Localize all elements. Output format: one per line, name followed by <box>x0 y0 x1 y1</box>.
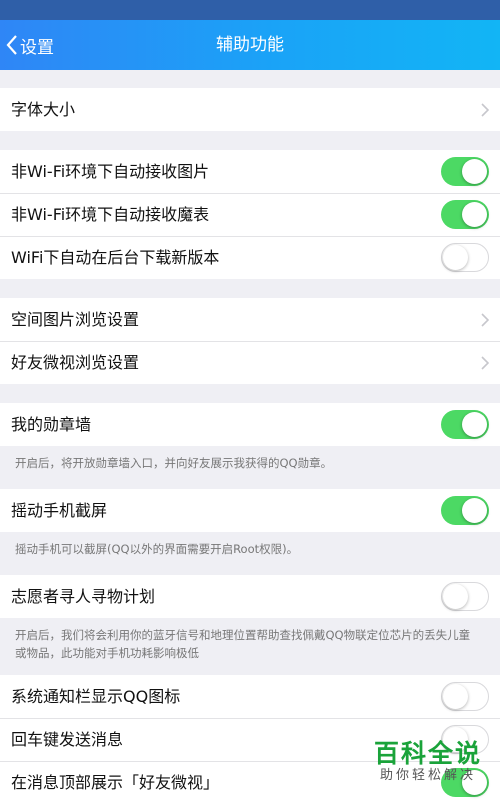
friend-weishi-label: 好友微视浏览设置 <box>11 353 140 372</box>
friend-weishi-row[interactable]: 好友微视浏览设置 <box>0 341 500 384</box>
shake-hint: 摇动手机可以截屏(QQ以外的界面需要开启Root权限)。 <box>0 532 500 568</box>
auto-download-update-row: WiFi下自动在后台下载新版本 <box>0 236 500 279</box>
chevron-right-icon <box>481 313 489 327</box>
auto-download-update-toggle[interactable] <box>441 243 489 272</box>
top-weishi-label: 在消息顶部展示「好友微视」 <box>11 773 220 792</box>
toggle-knob <box>462 412 487 437</box>
page-title: 辅助功能 <box>216 35 284 55</box>
volunteer-label: 志愿者寻人寻物计划 <box>11 587 156 606</box>
notif-icon-label: 系统通知栏显示QQ图标 <box>11 687 181 706</box>
medal-hint: 开启后，将开放勋章墙入口，并向好友展示我获得的QQ勋章。 <box>0 446 500 482</box>
font-size-row[interactable]: 字体大小 <box>0 88 500 131</box>
shake-row: 摇动手机截屏 <box>0 489 500 532</box>
medal-row: 我的勋章墙 <box>0 403 500 446</box>
volunteer-row: 志愿者寻人寻物计划 <box>0 575 500 618</box>
qzone-images-row[interactable]: 空间图片浏览设置 <box>0 298 500 341</box>
chevron-right-icon <box>481 103 489 117</box>
font-section: 字体大小 <box>0 88 500 131</box>
shake-label: 摇动手机截屏 <box>11 501 108 520</box>
auto-receive-magic-toggle[interactable] <box>441 200 489 229</box>
toggle-knob <box>443 584 468 609</box>
auto-receive-magic-label: 非Wi-Fi环境下自动接收魔表 <box>11 205 210 224</box>
enter-send-label: 回车键发送消息 <box>11 730 124 749</box>
chevron-right-icon <box>481 356 489 370</box>
toggle-knob <box>443 684 468 709</box>
auto-receive-images-row: 非Wi-Fi环境下自动接收图片 <box>0 150 500 193</box>
toggle-knob <box>462 159 487 184</box>
toggle-knob <box>443 245 468 270</box>
auto-download-update-label: WiFi下自动在后台下载新版本 <box>11 248 220 267</box>
shake-section: 摇动手机截屏 摇动手机可以截屏(QQ以外的界面需要开启Root权限)。 <box>0 489 500 568</box>
volunteer-hint: 开启后，我们将会利用你的蓝牙信号和地理位置帮助查找佩戴QQ物联定位芯片的丢失儿童… <box>0 618 500 672</box>
qzone-images-label: 空间图片浏览设置 <box>11 310 140 329</box>
status-bar <box>0 0 500 20</box>
auto-receive-images-toggle[interactable] <box>441 157 489 186</box>
shake-toggle[interactable] <box>441 496 489 525</box>
font-size-label: 字体大小 <box>11 100 76 119</box>
watermark-title: 百科全说 <box>373 739 482 768</box>
medal-label: 我的勋章墙 <box>11 415 92 434</box>
medal-section: 我的勋章墙 开启后，将开放勋章墙入口，并向好友展示我获得的QQ勋章。 <box>0 403 500 482</box>
notif-icon-row: 系统通知栏显示QQ图标 <box>0 675 500 718</box>
toggle-knob <box>462 202 487 227</box>
volunteer-toggle[interactable] <box>441 582 489 611</box>
medal-toggle[interactable] <box>441 410 489 439</box>
watermark-subtitle: 助你轻松解决 <box>379 768 476 783</box>
watermark-logo: 百科全说 助你轻松解决 <box>374 740 482 784</box>
nav-bar: 设置 辅助功能 <box>0 20 500 70</box>
auto-receive-images-label: 非Wi-Fi环境下自动接收图片 <box>11 162 210 181</box>
toggle-knob <box>462 498 487 523</box>
auto-receive-magic-row: 非Wi-Fi环境下自动接收魔表 <box>0 193 500 236</box>
volunteer-section: 志愿者寻人寻物计划 开启后，我们将会利用你的蓝牙信号和地理位置帮助查找佩戴QQ物… <box>0 575 500 672</box>
network-section: 非Wi-Fi环境下自动接收图片 非Wi-Fi环境下自动接收魔表 WiFi下自动在… <box>0 150 500 279</box>
notif-icon-toggle[interactable] <box>441 682 489 711</box>
browse-section: 空间图片浏览设置 好友微视浏览设置 <box>0 298 500 384</box>
